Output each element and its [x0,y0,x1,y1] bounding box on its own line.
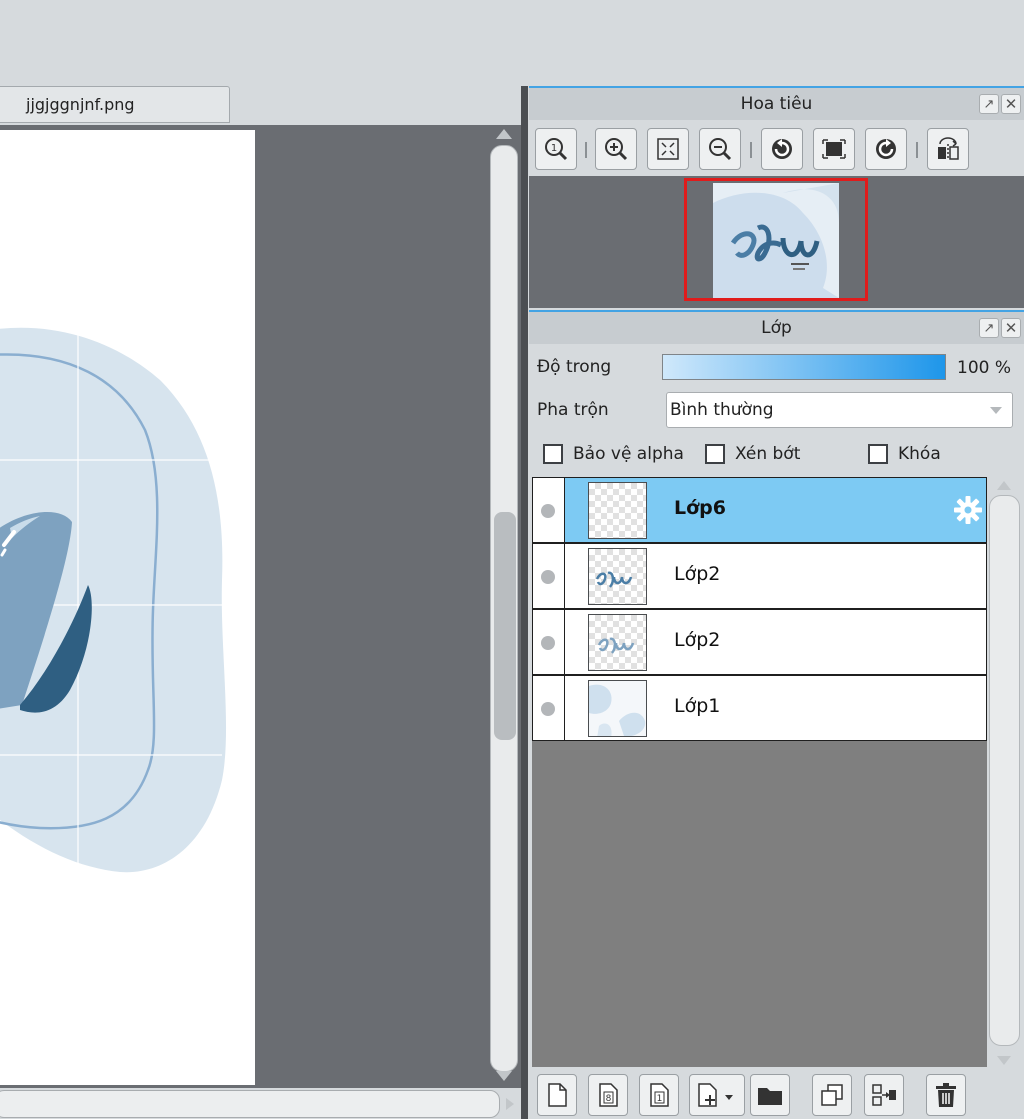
layer-toolbar: 8 1 [529,1067,1024,1119]
checkbox-box[interactable] [543,444,563,464]
fit-window-icon[interactable] [647,128,689,170]
layer-thumbnail [588,614,647,671]
layer-row[interactable]: Lớp2 [532,543,987,609]
layer-row[interactable]: Lớp2 [532,609,987,675]
canvas-horizontal-scrollbar[interactable] [0,1088,521,1119]
scroll-down-arrow-icon[interactable] [997,1056,1011,1065]
opacity-slider[interactable] [662,354,946,380]
gear-icon[interactable] [953,495,983,525]
rotate-left-icon[interactable] [761,128,803,170]
layer-thumbnail [588,680,647,737]
visibility-dot-icon [541,570,555,584]
undock-icon[interactable]: ↗ [979,94,999,114]
clipping-checkbox[interactable]: Xén bớt [705,444,800,464]
navigator-preview[interactable] [529,176,1024,308]
visibility-toggle[interactable] [533,676,565,740]
document-tab-title: jjgjggnjnf.png [26,95,135,114]
scroll-thumb[interactable] [494,512,516,740]
chevron-down-icon [990,407,1002,414]
layer-thumbnail [588,548,647,605]
rotate-right-icon[interactable] [865,128,907,170]
panel-splitter[interactable] [521,86,528,1119]
layer-name: Lớp2 [674,629,721,651]
zoom-out-icon[interactable] [699,128,741,170]
layer-row[interactable]: Lớp1 [532,675,987,741]
lock-label: Khóa [898,444,941,464]
scroll-track[interactable] [0,1090,500,1118]
layer-row[interactable]: Lớp6 [532,477,987,543]
merge-down-icon[interactable] [864,1074,904,1116]
navigator-thumbnail [713,183,839,298]
layer-thumbnail [588,482,647,539]
close-icon[interactable]: ✕ [1001,94,1021,114]
clipping-label: Xén bớt [735,444,801,464]
layer-list-scrollbar[interactable] [987,477,1024,1067]
navigator-view-frame[interactable] [684,178,868,301]
new-1bit-layer-icon[interactable]: 1 [639,1074,679,1116]
layer-panel-header: Lớp ↗ ✕ [529,310,1024,344]
visibility-toggle[interactable] [533,478,565,542]
layer-name: Lớp6 [674,497,726,519]
visibility-toggle[interactable] [533,610,565,674]
protect-alpha-label: Bảo vệ alpha [573,444,684,464]
checkbox-box[interactable] [868,444,888,464]
new-8bit-layer-icon[interactable]: 8 [588,1074,628,1116]
scroll-up-arrow-icon[interactable] [496,129,512,139]
layer-name: Lớp1 [674,695,721,717]
delete-layer-icon[interactable] [926,1074,966,1116]
new-folder-icon[interactable] [750,1074,790,1116]
visibility-toggle[interactable] [533,544,565,608]
svg-text:8: 8 [606,1094,612,1104]
canvas-vertical-scrollbar[interactable] [488,125,520,1083]
navigator-panel-header: Hoa tiêu ↗ ✕ [529,86,1024,120]
svg-text:1: 1 [657,1094,663,1104]
navigator-toolbar: 1 [529,122,1024,176]
svg-text:1: 1 [551,143,557,154]
layer-panel-title: Lớp [761,318,792,338]
layer-list[interactable]: Lớp6 Lớp2 Lớp2 Lớp1 [532,477,987,1067]
checkbox-box[interactable] [705,444,725,464]
layer-panel: Độ trong 100 % Pha trộn Bình thường Bảo … [529,344,1024,1119]
visibility-dot-icon [541,702,555,716]
flip-horizontal-icon[interactable] [927,128,969,170]
opacity-value: 100 % [957,358,1012,378]
blend-mode-select[interactable]: Bình thường [666,392,1013,428]
navigator-panel-title: Hoa tiêu [740,94,813,114]
scroll-down-arrow-icon[interactable] [496,1071,512,1081]
scroll-up-arrow-icon[interactable] [997,481,1011,490]
undock-icon[interactable]: ↗ [979,318,999,338]
layer-name: Lớp2 [674,563,721,585]
lock-checkbox[interactable]: Khóa [868,444,941,464]
scroll-track[interactable] [490,145,518,1072]
zoom-in-icon[interactable] [595,128,637,170]
opacity-label: Độ trong [537,357,612,377]
scroll-track[interactable] [989,495,1020,1046]
close-icon[interactable]: ✕ [1001,318,1021,338]
protect-alpha-checkbox[interactable]: Bảo vệ alpha [543,444,684,464]
canvas-artwork [0,327,226,873]
reset-rotation-icon[interactable] [813,128,855,170]
canvas-paper[interactable] [0,130,255,1085]
visibility-dot-icon [541,636,555,650]
zoom-actual-icon[interactable]: 1 [535,128,577,170]
add-layer-dropdown-icon[interactable] [689,1074,745,1116]
visibility-dot-icon [541,504,555,518]
canvas-viewport[interactable] [0,125,521,1088]
new-layer-icon[interactable] [537,1074,577,1116]
scroll-right-arrow-icon[interactable] [506,1098,514,1110]
blend-label: Pha trộn [537,400,609,420]
duplicate-layer-icon[interactable] [812,1074,852,1116]
document-tab[interactable]: jjgjggnjnf.png [0,86,230,123]
blend-mode-value: Bình thường [670,400,774,420]
